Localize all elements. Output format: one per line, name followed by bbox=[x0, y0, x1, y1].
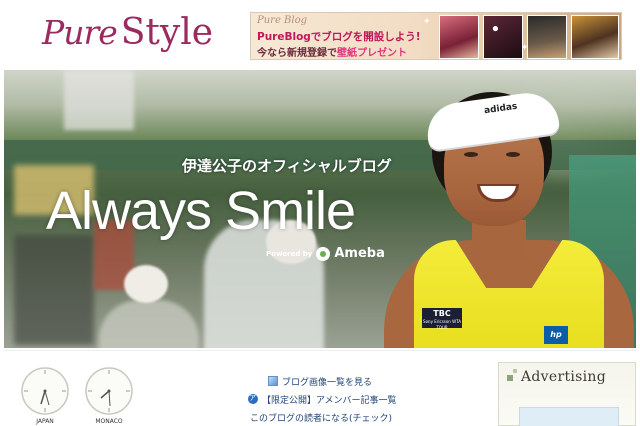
world-clock-panel: JAPAN MONACO bbox=[4, 356, 148, 426]
ameba-icon bbox=[248, 393, 258, 404]
shirt-sponsor-logo: TBC Sony Ericsson WTA TOUR bbox=[422, 308, 462, 330]
powered-by-text: Powered by bbox=[266, 249, 313, 258]
hero-bg-blur bbox=[14, 235, 94, 345]
hero-title: Always Smile bbox=[46, 181, 356, 241]
player-eye bbox=[464, 152, 478, 157]
player-neck bbox=[472, 220, 526, 260]
link-label: 【限定公開】アメンバー記事一覧 bbox=[262, 395, 397, 406]
site-logo[interactable]: Pure Style bbox=[42, 12, 213, 60]
banner-photo-3 bbox=[527, 15, 567, 59]
clock-label: JAPAN bbox=[36, 418, 54, 425]
banner-subline-highlight: 壁紙プレゼント bbox=[337, 48, 407, 59]
logo-style-text: Style bbox=[120, 12, 214, 53]
clock-label: MONACO bbox=[95, 418, 123, 425]
link-become-reader[interactable]: このブログの読者になる(チェック) bbox=[248, 408, 448, 426]
banner-small-text: Pure Blog bbox=[257, 15, 308, 26]
bullet-icon bbox=[507, 375, 513, 381]
hero-bg-spectator bbox=[99, 300, 199, 348]
powered-by-ameba: Powered by Ameba bbox=[266, 246, 385, 261]
advertising-panel: Advertising bbox=[498, 362, 636, 426]
divider bbox=[4, 350, 636, 351]
clock-japan: JAPAN bbox=[20, 366, 70, 425]
link-label: このブログの読者になる(チェック) bbox=[250, 413, 393, 424]
logo-pure-text: Pure bbox=[42, 13, 118, 52]
ad-slot[interactable] bbox=[519, 407, 619, 426]
advertising-title: Advertising bbox=[521, 369, 607, 385]
hero-subtitle: 伊達公子のオフィシャルブログ bbox=[182, 157, 392, 175]
bullet-icon bbox=[513, 369, 517, 373]
pureblog-banner-ad[interactable]: Pure Blog PureBlogでブログを開設しよう! 今なら新規登録で壁紙… bbox=[250, 12, 622, 60]
sparkle-icon: ✦ bbox=[521, 43, 529, 53]
player-eye bbox=[506, 152, 520, 157]
ameba-logo-icon bbox=[316, 246, 331, 261]
banner-photo-2 bbox=[483, 15, 523, 59]
banner-photo-4 bbox=[571, 15, 619, 59]
clock-face-icon bbox=[85, 367, 133, 415]
shirt-sponsor-text: TBC bbox=[433, 309, 451, 318]
shirt-hp-logo: hp bbox=[544, 326, 568, 344]
sparkle-icon: ✦ bbox=[423, 17, 431, 27]
blog-links-list: ブログ画像一覧を見る 【限定公開】アメンバー記事一覧 このブログの読者になる(チ… bbox=[248, 372, 448, 426]
ameba-brand-text: Ameba bbox=[334, 246, 385, 261]
banner-headline: PureBlogでブログを開設しよう! bbox=[257, 31, 421, 43]
link-label: ブログ画像一覧を見る bbox=[282, 377, 373, 388]
link-amember-articles[interactable]: 【限定公開】アメンバー記事一覧 bbox=[248, 390, 448, 408]
banner-subline-prefix: 今なら新規登録で bbox=[257, 48, 337, 59]
player-photo: adidas TBC Sony Ericsson WTA TOUR hp bbox=[374, 70, 636, 348]
clock-face-icon bbox=[21, 367, 69, 415]
banner-photo-1 bbox=[439, 15, 479, 59]
clock-monaco: MONACO bbox=[84, 366, 134, 425]
shirt-sponsor-small: Sony Ericsson WTA TOUR bbox=[423, 319, 461, 330]
hero-bg-blur bbox=[64, 70, 134, 130]
banner-subline: 今なら新規登録で壁紙プレゼント bbox=[257, 44, 407, 59]
hero-header-image[interactable]: adidas TBC Sony Ericsson WTA TOUR hp 伊達公子… bbox=[4, 70, 636, 348]
link-blog-images[interactable]: ブログ画像一覧を見る bbox=[248, 372, 448, 390]
image-list-icon bbox=[268, 376, 278, 386]
hero-bg-spectator-head bbox=[124, 265, 168, 303]
